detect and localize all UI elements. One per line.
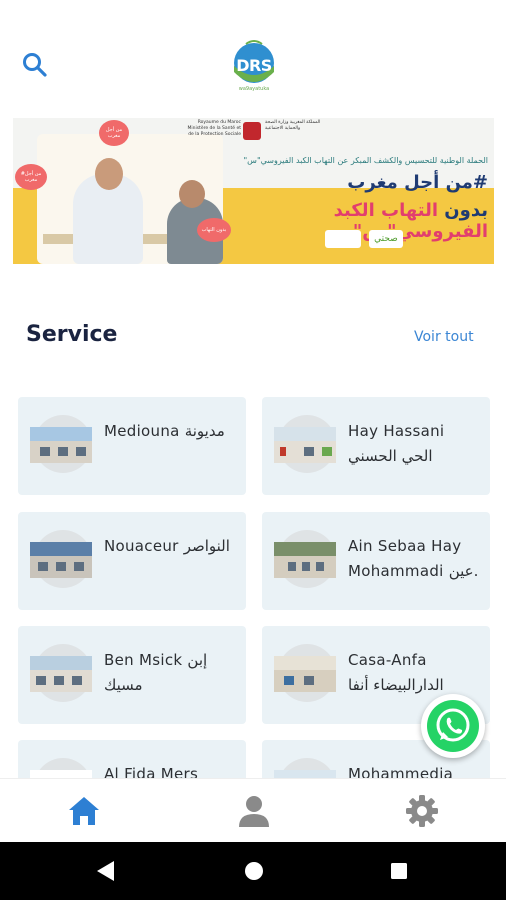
banner-bubble: #من أجل مغرب — [15, 164, 47, 190]
app-screen: DRS wa9ayatuka من أجل مغرب #من أجل مغرب … — [0, 0, 506, 900]
partner-logo: صحتي — [369, 230, 403, 248]
recents-button[interactable] — [388, 859, 410, 887]
banner-photo — [37, 134, 223, 264]
service-photo — [274, 542, 336, 578]
service-name: Hay Hassani — [348, 422, 445, 440]
service-name-line2: الحي الحسني — [348, 447, 433, 465]
see-all-link[interactable]: Voir tout — [414, 329, 474, 345]
home-icon — [69, 797, 99, 825]
search-icon — [23, 53, 47, 77]
campaign-subtitle: الحملة الوطنية للتحسيس والكشف المبكر عن … — [243, 156, 489, 165]
back-button[interactable] — [94, 859, 116, 887]
back-triangle-icon — [97, 861, 114, 881]
system-navigation-bar — [0, 842, 506, 900]
service-name: Ain Sebaa Hay — [348, 537, 462, 555]
service-card[interactable]: Ben Msick إبن مسيك — [18, 626, 246, 724]
section-title: Service — [26, 322, 118, 347]
service-name-line2: الدارالبيضاء أنفا — [348, 676, 444, 694]
service-card[interactable]: Nouaceur النواصر — [18, 512, 246, 610]
service-photo — [30, 427, 92, 463]
service-photo — [274, 656, 336, 692]
ministry-label-ar: المملكة المغربية وزارة الصحة والحماية ال… — [265, 120, 321, 131]
service-card[interactable]: Ain Sebaa Hay Mohammadi عين. — [262, 512, 490, 610]
banner-bubble: من أجل مغرب — [99, 120, 129, 146]
bottom-navigation — [0, 778, 506, 842]
logo-subtitle: wa9ayatuka — [238, 86, 270, 92]
home-circle-icon — [245, 862, 263, 880]
service-photo — [30, 542, 92, 578]
service-name: Nouaceur النواصر — [104, 537, 230, 555]
whatsapp-button[interactable] — [421, 694, 485, 758]
search-button[interactable] — [20, 50, 50, 80]
service-photo — [30, 656, 92, 692]
campaign-banner[interactable]: من أجل مغرب #من أجل مغرب بدون التهاب Roy… — [13, 118, 494, 264]
partner-logo — [325, 230, 361, 248]
service-name: Mediouna مديونة — [104, 422, 225, 440]
logo-text: DRS — [236, 56, 272, 75]
gear-icon — [406, 795, 438, 827]
app-header: DRS wa9ayatuka — [0, 0, 506, 112]
service-name-line2: مسيك — [104, 676, 143, 694]
moroccan-emblem-icon — [243, 122, 261, 140]
service-card[interactable]: Hay Hassani الحي الحسني — [262, 397, 490, 495]
nav-profile[interactable] — [236, 793, 272, 829]
user-icon — [239, 796, 269, 827]
service-name: Ben Msick إبن — [104, 651, 208, 669]
nav-home[interactable] — [66, 793, 102, 829]
home-system-button[interactable] — [243, 859, 265, 887]
service-name-line2: Mohammadi عين. — [348, 562, 479, 580]
campaign-title-line1: #من أجل مغرب — [347, 172, 488, 193]
service-photo — [274, 427, 336, 463]
recents-square-icon — [391, 863, 407, 879]
ministry-label-fr: Royaume du Maroc Ministère de la Santé e… — [187, 120, 241, 137]
service-name: Casa-Anfa — [348, 651, 427, 669]
nav-settings[interactable] — [404, 793, 440, 829]
banner-bubble: بدون التهاب — [197, 218, 231, 242]
whatsapp-icon — [436, 708, 470, 742]
service-card[interactable]: Mediouna مديونة — [18, 397, 246, 495]
